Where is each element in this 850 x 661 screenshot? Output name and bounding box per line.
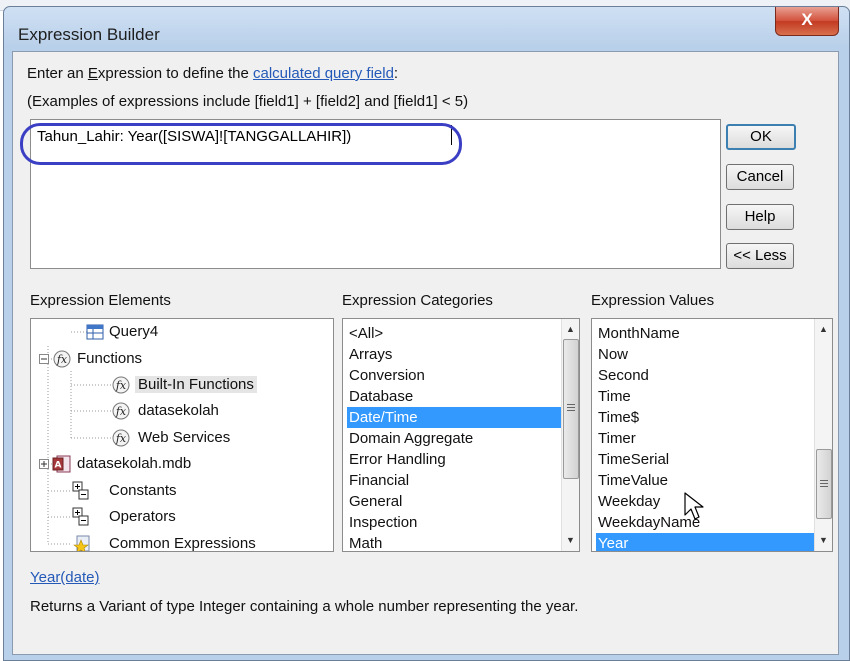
function-icon: fx [53,350,71,368]
tree-item-label: Built-In Functions [135,376,257,393]
svg-text:A: A [55,461,62,471]
tree-item-common-expressions[interactable]: Common Expressions [31,533,331,552]
scroll-down-arrow-icon[interactable]: ▼ [562,532,579,549]
scroll-up-arrow-icon[interactable]: ▲ [815,321,832,338]
scroll-down-arrow-icon[interactable]: ▼ [815,532,832,549]
svg-text:fx: fx [115,405,127,418]
expression-input[interactable]: Tahun_Lahir: Year([SISWA]![TANGGALLAHIR]… [30,119,721,269]
function-description: Returns a Variant of type Integer contai… [30,598,579,615]
less-button[interactable]: << Less [726,243,794,269]
tree-item-label: datasekolah.mdb [77,455,192,472]
close-button[interactable]: X [775,7,839,36]
list-item[interactable]: Second [596,365,814,386]
list-item[interactable]: TimeSerial [596,449,814,470]
constants-icon [72,481,89,500]
list-item[interactable]: Error Handling [347,449,561,470]
tree-item-label: Web Services [138,429,231,446]
tree-item-label: Operators [109,508,176,525]
mouse-cursor-icon [684,492,704,520]
function-icon: fx [112,376,130,394]
list-item[interactable]: Inspection [347,512,561,533]
scroll-thumb[interactable] [563,339,579,479]
list-item[interactable]: Time [596,386,814,407]
instruction-text: xpression to define the [97,65,253,82]
tree-item-web-services[interactable]: fx Web Services [31,427,331,449]
instruction-text: Enter an [27,65,88,82]
tree-item-functions[interactable]: fx Functions [31,348,331,370]
dialog-title: Expression Builder [18,25,160,44]
svg-text:fx: fx [115,379,127,392]
expression-text: Tahun_Lahir: Year([SISWA]![TANGGALLAHIR]… [37,128,352,145]
operators-icon [72,507,89,526]
svg-text:fx: fx [115,432,127,445]
function-icon: fx [112,429,130,447]
query-icon [86,324,104,340]
tree-item-label: Query4 [109,323,159,340]
close-icon: X [801,10,813,29]
list-item[interactable]: Financial [347,470,561,491]
collapse-icon[interactable] [39,354,49,364]
instruction-line-1: Enter an Expression to define the calcul… [27,65,398,82]
tree-item-operators[interactable]: Operators [31,506,331,528]
list-item[interactable]: Database [347,386,561,407]
expression-elements-tree[interactable]: Query4 fx Functions fx Built-In Function… [30,318,334,552]
elements-header: Expression Elements [30,292,171,309]
list-item[interactable]: MonthName [596,323,814,344]
accelerator-key: E [87,65,98,82]
ok-button[interactable]: OK [726,124,796,150]
tree-item-datasekolah[interactable]: fx datasekolah [31,400,331,422]
function-icon: fx [112,402,130,420]
tree-item-label: Constants [109,482,177,499]
list-item[interactable]: <All> [347,323,561,344]
function-syntax-link[interactable]: Year(date) [30,569,100,586]
values-scrollbar[interactable]: ▲ ▼ [814,319,832,551]
tree-item-datasekolah-mdb[interactable]: A datasekolah.mdb [31,453,331,475]
instruction-text: : [393,65,399,82]
tree-item-label: Common Expressions [109,535,256,552]
expression-values-list[interactable]: MonthName Now Second Time Time$ Timer Ti… [591,318,833,552]
tree-item-label: Functions [77,350,143,367]
list-item[interactable]: TimeValue [596,470,814,491]
list-item[interactable]: Timer [596,428,814,449]
cancel-button[interactable]: Cancel [726,164,794,190]
calculated-query-field-link[interactable]: calculated query field [253,65,394,82]
list-item[interactable]: Domain Aggregate [347,428,561,449]
scroll-thumb[interactable] [816,449,832,519]
svg-text:fx: fx [56,353,68,366]
list-item[interactable]: General [347,491,561,512]
tree-item-built-in-functions[interactable]: fx Built-In Functions [31,374,331,396]
values-header: Expression Values [591,292,715,309]
instruction-line-2: (Examples of expressions include [field1… [27,93,469,110]
list-item[interactable]: Time$ [596,407,814,428]
categories-scrollbar[interactable]: ▲ ▼ [561,319,579,551]
list-item-selected[interactable]: Year [596,533,814,551]
list-item[interactable]: Arrays [347,344,561,365]
list-item-selected[interactable]: Date/Time [347,407,561,428]
tree-item-constants[interactable]: Constants [31,480,331,502]
list-item[interactable]: Now [596,344,814,365]
text-caret [451,125,452,145]
tree-item-query4[interactable]: Query4 [31,321,331,343]
tree-item-label: datasekolah [138,402,219,419]
categories-header: Expression Categories [342,292,493,309]
list-item[interactable]: Math [347,533,561,551]
list-item[interactable]: Conversion [347,365,561,386]
expression-categories-list[interactable]: <All> Arrays Conversion Database Date/Ti… [342,318,580,552]
help-button[interactable]: Help [726,204,794,230]
scroll-up-arrow-icon[interactable]: ▲ [562,321,579,338]
star-document-icon [73,535,90,551]
expand-icon[interactable] [39,459,49,469]
access-database-icon: A [52,455,71,473]
